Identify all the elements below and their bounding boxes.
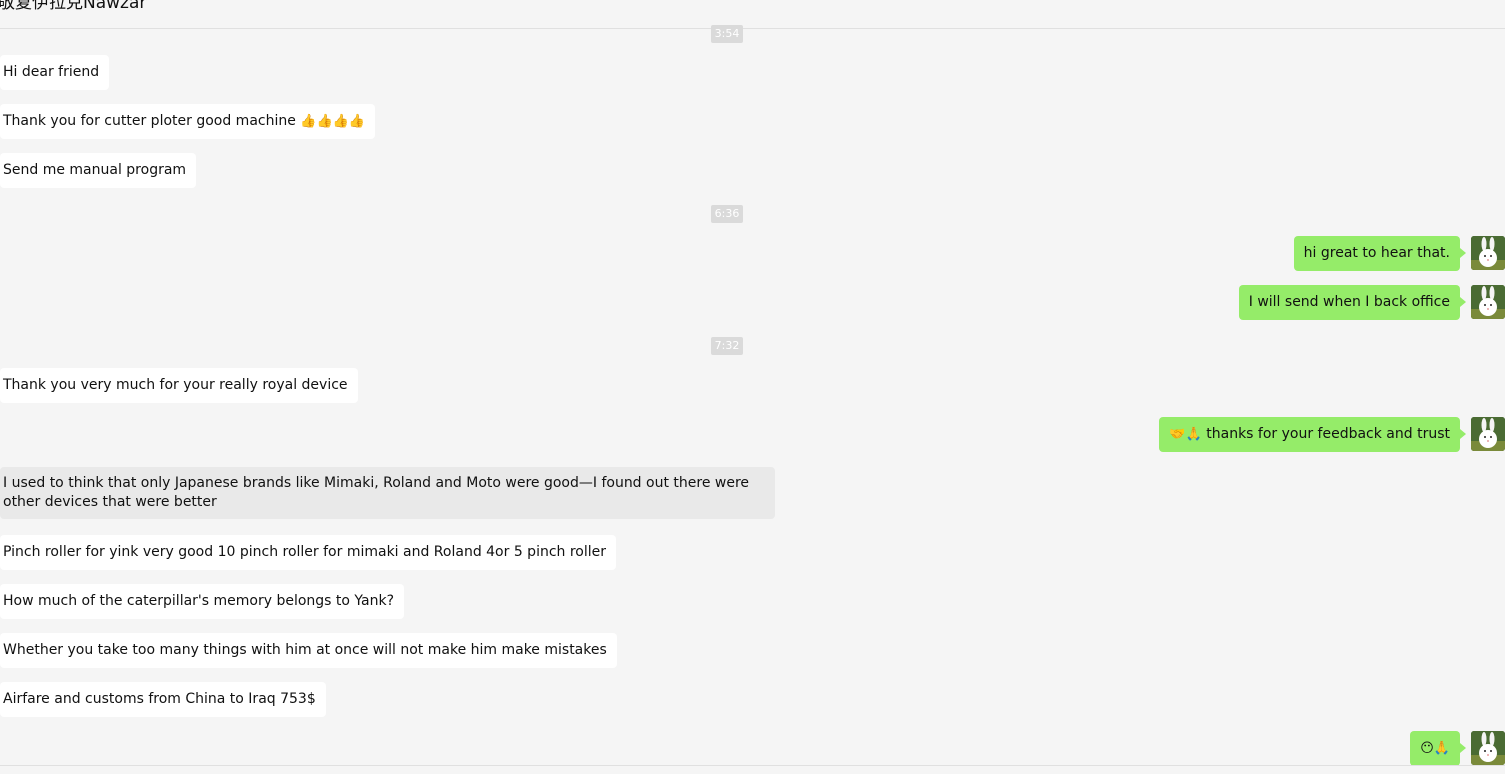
timestamp-divider: 6:36 <box>711 205 743 223</box>
message-text: Thank you for cutter ploter good machine <box>3 113 296 129</box>
message-text: thanks for your feedback and trust <box>1206 426 1450 442</box>
incoming-message[interactable]: Hi dear friend <box>0 55 110 90</box>
chat-window: 敬复伊拉克Nawzar 3:54 Hi dear friend Thank yo… <box>0 0 1505 774</box>
incoming-message[interactable]: Thank you for cutter ploter good machine… <box>0 104 376 139</box>
incoming-message[interactable]: Pinch roller for yink very good 10 pinch… <box>0 535 617 570</box>
outgoing-message[interactable]: 🤝🙏 thanks for your feedback and trust <box>1159 417 1466 452</box>
message-text: Send me manual program <box>3 162 187 178</box>
message-text: hi great to hear that. <box>1303 245 1450 261</box>
incoming-message[interactable]: Airfare and customs from China to Iraq 7… <box>0 682 326 717</box>
face-pray-emoji: 😶🙏 <box>1420 741 1450 756</box>
white-rabbit-avatar-icon <box>1471 417 1505 451</box>
input-divider <box>0 765 1505 766</box>
message-text: Pinch roller for yink very good 10 pinch… <box>3 544 607 560</box>
message-text: I used to think that only Japanese brand… <box>3 475 750 510</box>
message-text: Hi dear friend <box>3 64 100 80</box>
white-rabbit-avatar-icon <box>1471 731 1505 765</box>
incoming-message-selected[interactable]: I used to think that only Japanese brand… <box>0 467 775 519</box>
white-rabbit-avatar-icon <box>1471 236 1505 270</box>
message-text: Whether you take too many things with hi… <box>3 642 607 658</box>
outgoing-message[interactable]: 😶🙏 <box>1410 731 1466 766</box>
white-rabbit-avatar-icon <box>1471 285 1505 319</box>
timestamp-divider: 7:32 <box>711 337 743 355</box>
avatar[interactable] <box>1471 731 1505 765</box>
handshake-pray-emoji: 🤝🙏 <box>1169 427 1202 442</box>
thumbs-up-emoji: 👍👍👍👍 <box>300 114 366 129</box>
timestamp-divider: 3:54 <box>711 25 743 43</box>
message-text: How much of the caterpillar's memory bel… <box>3 593 395 609</box>
incoming-message[interactable]: Whether you take too many things with hi… <box>0 633 617 668</box>
outgoing-message[interactable]: I will send when I back office <box>1238 285 1467 320</box>
message-text: Thank you very much for your really roya… <box>3 377 348 393</box>
outgoing-message[interactable]: hi great to hear that. <box>1293 236 1467 271</box>
avatar[interactable] <box>1471 236 1505 270</box>
incoming-message[interactable]: How much of the caterpillar's memory bel… <box>0 584 405 619</box>
incoming-message[interactable]: Send me manual program <box>0 153 197 188</box>
avatar[interactable] <box>1471 417 1505 451</box>
message-text: Airfare and customs from China to Iraq 7… <box>3 691 316 707</box>
avatar[interactable] <box>1471 285 1505 319</box>
chat-header: 敬复伊拉克Nawzar <box>0 0 1505 29</box>
incoming-message[interactable]: Thank you very much for your really roya… <box>0 368 358 403</box>
message-text: I will send when I back office <box>1248 294 1450 310</box>
chat-title[interactable]: 敬复伊拉克Nawzar <box>0 0 146 13</box>
